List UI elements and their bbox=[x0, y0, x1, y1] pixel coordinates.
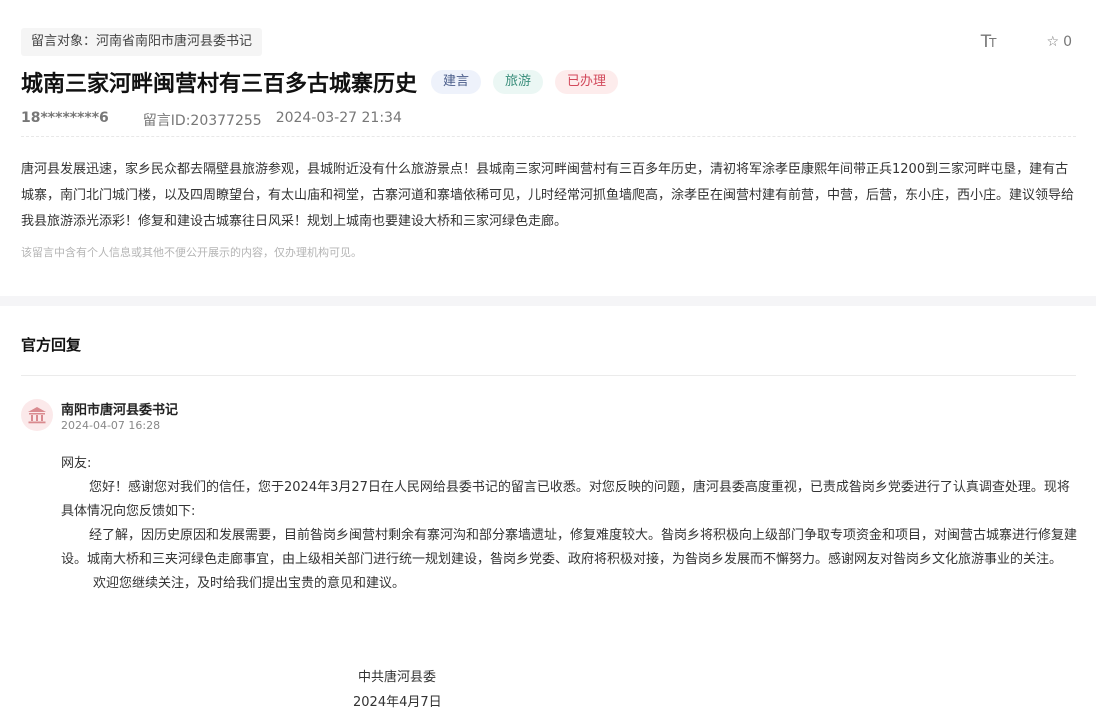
section-divider bbox=[0, 296, 1096, 306]
message-meta: 18********6 留言ID:20377255 2024-03-27 21:… bbox=[21, 110, 402, 130]
divider bbox=[21, 375, 1076, 376]
font-size-icon[interactable]: TT bbox=[981, 32, 997, 52]
favorite-button[interactable]: ☆ 0 bbox=[1047, 34, 1072, 50]
page-title: 城南三家河畔闽营村有三百多古城寨历史 bbox=[21, 72, 418, 97]
message-id: 留言ID:20377255 bbox=[142, 113, 262, 129]
government-building-icon bbox=[28, 407, 46, 424]
toolbar: TT ☆ 0 bbox=[981, 32, 1072, 52]
reply-heading: 官方回复 bbox=[21, 336, 82, 354]
badge-suggestion: 建言 bbox=[431, 70, 482, 94]
privacy-notice: 该留言中含有个人信息或其他不便公开展示的内容，仅办理机构可见。 bbox=[21, 246, 362, 259]
reply-paragraph: 欢迎您继续关注，及时给我们提出宝贵的意见和建议。 bbox=[93, 576, 406, 591]
reply-time: 2024-04-07 16:28 bbox=[61, 419, 161, 432]
favorite-count: 0 bbox=[1063, 34, 1072, 50]
reply-body: 网友: 您好！感谢您对我们的信任，您于2024年3月27日在人民网给县委书记的留… bbox=[61, 452, 1077, 596]
message-target-label: 留言对象：河南省南阳市唐河县委书记 bbox=[31, 34, 253, 49]
signature-org: 中共唐河县委 bbox=[358, 670, 437, 685]
star-icon: ☆ bbox=[1046, 34, 1060, 50]
author-id: 18********6 bbox=[21, 110, 109, 126]
message-content: 唐河县发展迅速，家乡民众都去隔壁县旅游参观，县城附近没有什么旅游景点！县城南三家… bbox=[21, 162, 1075, 229]
reply-org-name: 南阳市唐河县委书记 bbox=[61, 403, 179, 418]
avatar bbox=[21, 399, 53, 431]
reply-paragraph: 您好！感谢您对我们的信任，您于2024年3月27日在人民网给县委书记的留言已收悉… bbox=[61, 480, 1070, 519]
message-target-tag: 留言对象：河南省南阳市唐河县委书记 bbox=[21, 28, 263, 56]
reply-paragraph: 经了解，因历史原因和发展需要，目前昝岗乡闽营村剩余有寨河沟和部分寨墙遗址，修复难… bbox=[61, 528, 1078, 567]
divider bbox=[21, 136, 1076, 137]
status-badge: 已办理 bbox=[555, 70, 619, 94]
reply-greeting: 网友: bbox=[61, 456, 92, 471]
title-row: 城南三家河畔闽营村有三百多古城寨历史 建言 旅游 已办理 bbox=[21, 66, 619, 98]
signature-date: 2024年4月7日 bbox=[353, 695, 442, 710]
message-time: 2024-03-27 21:34 bbox=[275, 110, 402, 126]
badge-tourism: 旅游 bbox=[493, 70, 544, 94]
